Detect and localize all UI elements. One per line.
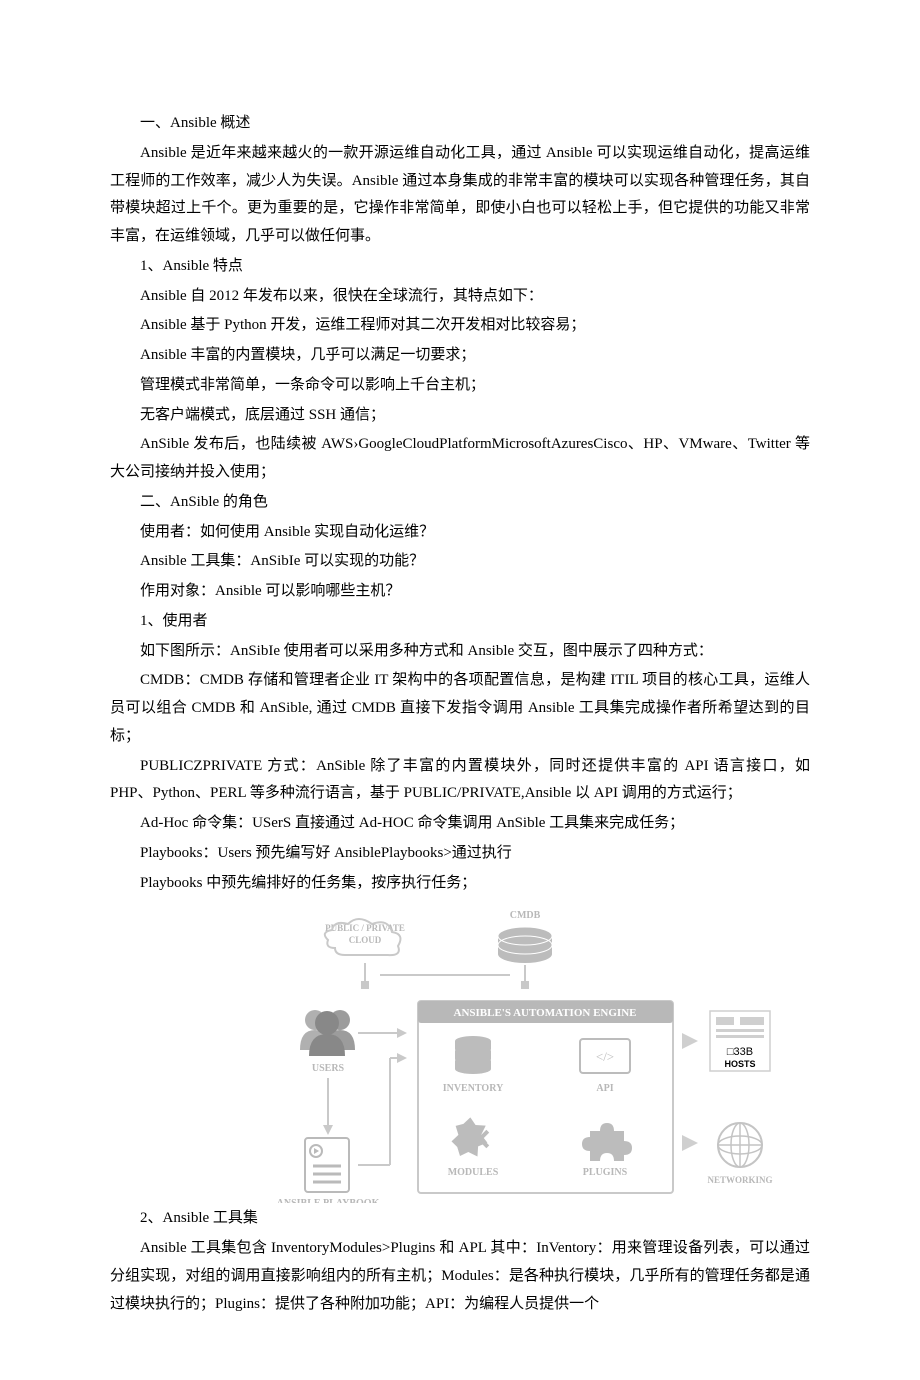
users-label: USERS: [312, 1063, 345, 1074]
inventory-label: INVENTORY: [443, 1083, 504, 1094]
modules-icon: [448, 1115, 492, 1163]
heading-sub: 1、使用者: [110, 608, 810, 636]
heading-2: 二、AnSible 的角色: [110, 489, 810, 517]
modules-label: MODULES: [448, 1167, 499, 1178]
cmdb-label: CMDB: [510, 910, 541, 921]
hosts-count: □33B: [727, 1046, 753, 1058]
paragraph: CMDB：CMDB 存储和管理者企业 IT 架构中的各项配置信息，是构建 ITI…: [110, 667, 810, 750]
inventory-icon: [455, 1036, 491, 1074]
heading-sub: 2、Ansible 工具集: [110, 1205, 810, 1233]
api-label: API: [596, 1083, 613, 1094]
list-item: 无客户端模式，底层通过 SSH 通信；: [110, 402, 810, 430]
paragraph: 如下图所示：AnSibIe 使用者可以采用多种方式和 Ansible 交互，图中…: [110, 638, 810, 666]
users-icon: [300, 1010, 355, 1056]
paragraph: Playbooks：Users 预先编写好 AnsiblePlaybooks>通…: [110, 840, 810, 868]
heading-1: 一、Ansible 概述: [110, 110, 810, 138]
engine-title: ANSIBLE'S AUTOMATION ENGINE: [454, 1007, 637, 1019]
list-item: Ansible 基于 Python 开发，运维工程师对其二次开发相对比较容易；: [110, 312, 810, 340]
svg-text:</>: </>: [596, 1049, 614, 1064]
list-item: 作用对象：Ansible 可以影响哪些主机？: [110, 578, 810, 606]
paragraph: Ansible 自 2012 年发布以来，很快在全球流行，其特点如下：: [110, 283, 810, 311]
networking-icon: [718, 1123, 762, 1167]
cloud-label-2: CLOUD: [349, 935, 382, 945]
list-item: Ansible 丰富的内置模块，几乎可以满足一切要求；: [110, 342, 810, 370]
paragraph: Playbooks 中预先编排好的任务集，按序执行任务；: [110, 870, 810, 898]
paragraph: PUBLICZPRIVATE 方式：AnSible 除了丰富的内置模块外，同时还…: [110, 753, 810, 809]
ansible-architecture-diagram: CMDB PUBLIC / PRIVATE CLOUD: [250, 903, 810, 1203]
plugins-icon: [582, 1123, 632, 1161]
paragraph: Ad-Hoc 命令集：USerS 直接通过 Ad-HOC 命令集调用 AnSib…: [110, 810, 810, 838]
list-item: 使用者：如何使用 Ansible 实现自动化运维？: [110, 519, 810, 547]
playbook-icon: [305, 1138, 349, 1192]
hosts-label: HOSTS: [724, 1059, 755, 1069]
paragraph: Ansible 是近年来越来越火的一款开源运维自动化工具，通过 Ansible …: [110, 140, 810, 251]
list-item: 管理模式非常简单，一条命令可以影响上千台主机；: [110, 372, 810, 400]
playbook-label: ANSIBLE PLAYBOOK: [277, 1198, 380, 1203]
list-item: Ansible 工具集：AnSibIe 可以实现的功能？: [110, 548, 810, 576]
networking-label: NETWORKING: [707, 1175, 772, 1185]
paragraph: Ansible 工具集包含 InventoryModules>Plugins 和…: [110, 1235, 810, 1318]
plugins-label: PLUGINS: [583, 1167, 628, 1178]
paragraph: AnSible 发布后，也陆续被 AWS›GoogleCloudPlatform…: [110, 431, 810, 487]
api-icon: </>: [580, 1039, 630, 1073]
heading-sub: 1、Ansible 特点: [110, 253, 810, 281]
